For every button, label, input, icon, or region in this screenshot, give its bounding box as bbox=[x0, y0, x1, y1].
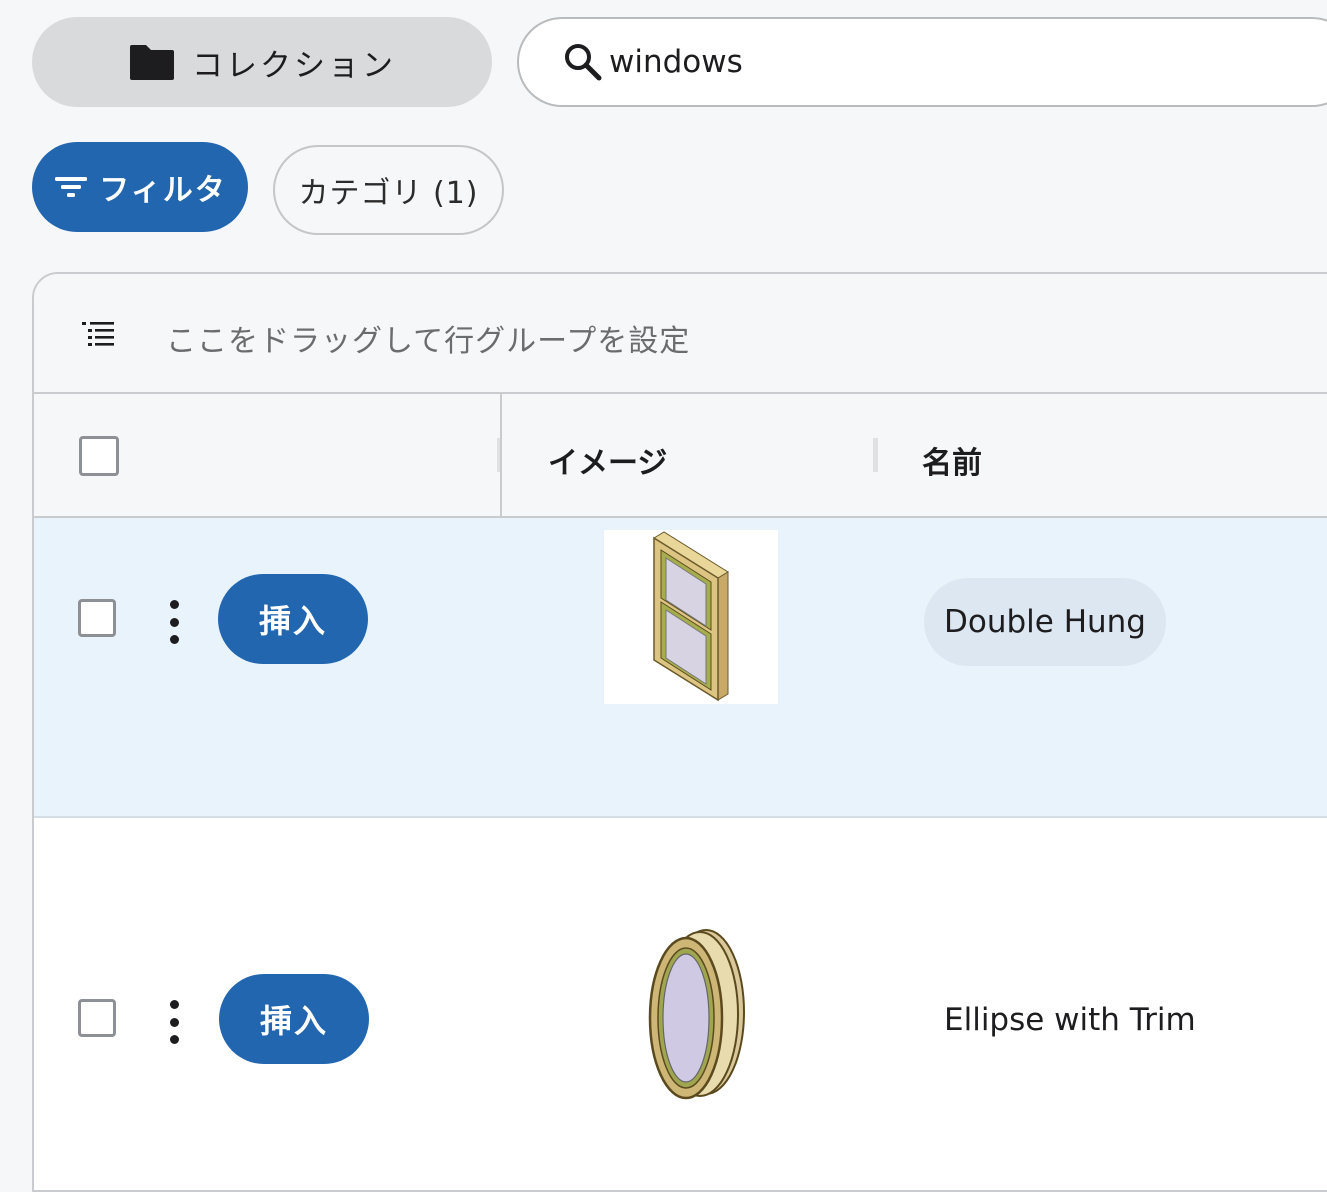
filter-button[interactable]: フィルタ bbox=[32, 142, 248, 232]
results-grid: ここをドラッグして行グループを設定 イメージ 名前 挿入 Double Hung bbox=[32, 272, 1327, 1192]
grid-header-row: イメージ 名前 bbox=[34, 394, 1327, 518]
column-divider bbox=[500, 394, 502, 518]
column-header-name[interactable]: 名前 bbox=[922, 438, 982, 482]
name-cell[interactable]: Double Hung bbox=[924, 578, 1166, 666]
collection-button[interactable]: コレクション bbox=[32, 17, 492, 107]
ellipse-window-image bbox=[648, 929, 745, 1100]
insert-button[interactable]: 挿入 bbox=[219, 974, 369, 1064]
collection-label: コレクション bbox=[192, 47, 396, 84]
table-row[interactable]: 挿入 Ellipse with Trim bbox=[34, 818, 1327, 1190]
column-resize-handle[interactable] bbox=[497, 438, 500, 472]
window-thumbnail bbox=[604, 530, 778, 704]
filter-icon bbox=[55, 177, 88, 197]
table-row[interactable]: 挿入 Double Hung bbox=[34, 518, 1327, 818]
search-input[interactable] bbox=[609, 44, 1209, 80]
kebab-menu-icon[interactable] bbox=[164, 1000, 184, 1044]
row-group-hint: ここをドラッグして行グループを設定 bbox=[166, 324, 691, 359]
column-resize-handle[interactable] bbox=[873, 438, 878, 472]
group-list-icon bbox=[82, 322, 114, 346]
filter-label: フィルタ bbox=[99, 173, 227, 208]
row-checkbox[interactable] bbox=[78, 599, 116, 637]
kebab-menu-icon[interactable] bbox=[164, 600, 184, 644]
insert-button[interactable]: 挿入 bbox=[218, 574, 368, 664]
select-all-checkbox[interactable] bbox=[79, 436, 119, 476]
window-thumbnail bbox=[634, 928, 754, 1108]
double-hung-window-image bbox=[653, 531, 729, 702]
folder-icon bbox=[130, 45, 174, 80]
search-box[interactable] bbox=[517, 17, 1327, 107]
search-icon bbox=[565, 44, 602, 81]
name-cell[interactable]: Ellipse with Trim bbox=[944, 1002, 1196, 1038]
row-checkbox[interactable] bbox=[78, 999, 116, 1037]
row-group-panel[interactable]: ここをドラッグして行グループを設定 bbox=[34, 274, 1327, 394]
column-header-image[interactable]: イメージ bbox=[548, 438, 667, 482]
category-filter-chip[interactable]: カテゴリ (1) bbox=[273, 145, 504, 235]
